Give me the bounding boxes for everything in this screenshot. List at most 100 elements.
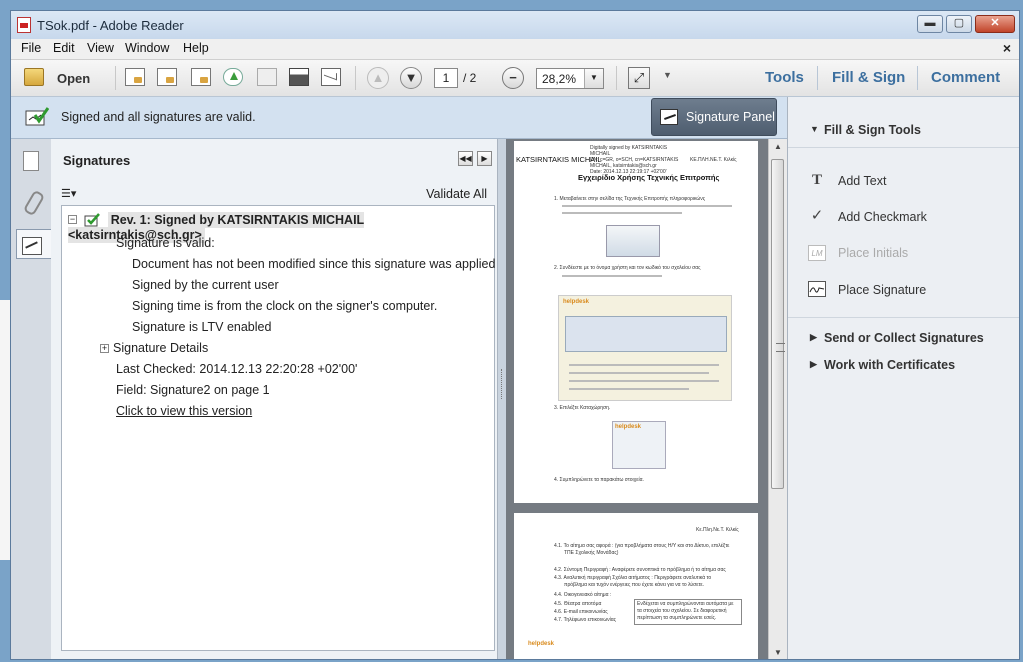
signature-pen-icon <box>660 109 678 125</box>
send-collect-signatures-header[interactable]: ▶ Send or Collect Signatures <box>810 331 984 345</box>
collapse-panel-icon[interactable]: ◀◀ <box>458 151 473 166</box>
text-line <box>562 205 732 207</box>
comment-pane-button[interactable]: Comment <box>931 69 1000 86</box>
note-line: Ενδέχεται να συμπληρώνονται αυτόματα με <box>637 601 734 607</box>
menu-file[interactable]: File <box>21 41 41 55</box>
page-thumbnails-button[interactable] <box>16 145 46 175</box>
upload-cloud-icon[interactable] <box>223 68 243 86</box>
org-name: Κε.Πλη.Νε.Τ. Κιλκίς <box>696 527 739 533</box>
add-text-tool[interactable]: Add Text <box>838 174 886 188</box>
previous-page-icon[interactable]: ▲ <box>367 67 389 89</box>
step-text: 1. Μεταβαίνετε στην σελίδα της Τεχνικής … <box>554 196 706 202</box>
signature-icon <box>808 281 826 297</box>
splitter-grip <box>501 369 504 399</box>
signature-details-row[interactable]: + Signature Details <box>100 341 208 355</box>
window-title: TSok.pdf - Adobe Reader <box>37 18 184 33</box>
valid-detail-item: Signed by the current user <box>132 278 279 292</box>
minimize-button[interactable]: ▬ <box>917 15 943 33</box>
scroll-down-icon[interactable]: ▼ <box>769 645 787 659</box>
text-line <box>569 364 719 366</box>
attachments-button[interactable] <box>16 187 46 217</box>
close-document-icon[interactable]: × <box>1003 40 1011 56</box>
signature-field-text: Field: Signature2 on page 1 <box>116 383 270 397</box>
tools-pane-button[interactable]: Tools <box>765 69 804 86</box>
menu-bar: File Edit View Window Help × <box>11 39 1019 60</box>
view-version-link[interactable]: Click to view this version <box>116 404 252 418</box>
divider <box>788 147 1019 148</box>
fit-page-icon[interactable]: ⤢ <box>628 67 650 89</box>
work-with-certificates-header[interactable]: ▶ Work with Certificates <box>810 358 955 372</box>
page2-line: 4.7. Τηλέφωνο επικοινωνίας <box>554 617 617 623</box>
validate-all-button[interactable]: Validate All <box>426 187 487 201</box>
maximize-button[interactable]: ▢ <box>946 15 972 33</box>
page-total: / 2 <box>463 71 477 85</box>
print-icon[interactable] <box>289 68 309 86</box>
thumb-grip <box>776 343 785 352</box>
panel-splitter[interactable] <box>498 139 506 659</box>
place-signature-tool[interactable]: Place Signature <box>838 283 926 297</box>
email-icon[interactable] <box>321 68 341 86</box>
title-bar: TSok.pdf - Adobe Reader ▬ ▢ ✕ <box>11 11 1019 39</box>
signature-options-menu-icon[interactable]: ☰▾ <box>61 187 83 201</box>
create-pdf-icon[interactable] <box>125 68 145 86</box>
chevron-down-icon[interactable]: ▼ <box>584 69 603 88</box>
next-page-icon[interactable]: ▼ <box>400 67 422 89</box>
close-window-button[interactable]: ✕ <box>975 15 1015 33</box>
signature-revision-row[interactable]: − Rev. 1: Signed by KATSIRNTAKIS MICHAIL… <box>68 211 494 243</box>
initials-icon: LM <box>808 245 826 261</box>
signature-message-bar: Signed and all signatures are valid. Sig… <box>11 97 787 139</box>
scroll-up-icon[interactable]: ▲ <box>769 139 787 155</box>
add-checkmark-tool[interactable]: Add Checkmark <box>838 210 927 224</box>
fill-sign-pane: ▼ Fill & Sign Tools T Add Text ✓ Add Chec… <box>787 97 1019 659</box>
edit-pdf-icon[interactable] <box>191 68 211 86</box>
page-number-input[interactable]: 1 <box>434 68 458 88</box>
document-view[interactable]: KATSIRNTAKIS MICHAIL Digitally signed by… <box>506 139 768 659</box>
fill-sign-tools-header[interactable]: ▼ Fill & Sign Tools <box>810 123 921 137</box>
export-pdf-icon[interactable] <box>157 68 177 86</box>
menu-edit[interactable]: Edit <box>53 41 75 55</box>
last-checked-text: Last Checked: 2014.12.13 22:20:28 +02'00… <box>116 362 358 376</box>
document-title: Εγχειρίδιο Χρήσης Τεχνικής Επιτροπής <box>578 173 720 182</box>
zoom-value: 28,2% <box>542 72 577 86</box>
login-form-image <box>565 316 727 352</box>
expand-toggle-icon[interactable]: + <box>100 344 109 354</box>
collapse-toggle-icon[interactable]: − <box>68 215 77 225</box>
signatures-nav-button[interactable] <box>16 229 52 259</box>
open-folder-icon[interactable] <box>24 68 44 86</box>
signature-valid-heading: Signature is valid: <box>116 236 215 250</box>
signatures-panel-header: Signatures ◀◀ ▶ <box>51 139 497 179</box>
menu-help[interactable]: Help <box>183 41 209 55</box>
toolbar-separator <box>917 66 918 90</box>
menu-window[interactable]: Window <box>125 41 169 55</box>
signature-icon <box>22 237 42 255</box>
place-initials-tool: Place Initials <box>838 246 909 260</box>
adobe-reader-window: TSok.pdf - Adobe Reader ▬ ▢ ✕ File Edit … <box>10 10 1020 660</box>
fill-sign-pane-button[interactable]: Fill & Sign <box>832 69 905 86</box>
signature-panel-button[interactable]: Signature Panel <box>651 98 777 136</box>
page2-line: πρόβλημα και τυχόν ενέργειες που έχετε κ… <box>564 582 705 588</box>
text-line <box>569 388 689 390</box>
text-line <box>569 380 719 382</box>
org-name: ΚΕ.ΠΛΗ.ΝΕ.Τ. Κιλκίς <box>690 157 737 163</box>
panel-options-arrow-icon[interactable]: ▶ <box>477 151 492 166</box>
zoom-out-icon[interactable]: − <box>502 67 524 89</box>
page2-line: ΤΠΕ Σχολικής Μονάδας) <box>564 550 619 556</box>
save-disk-icon[interactable] <box>257 68 277 86</box>
helpdesk-logo: helpdesk <box>615 424 642 430</box>
valid-detail-item: Document has not been modified since thi… <box>132 257 496 271</box>
document-scrollbar[interactable]: ▲ ▼ <box>768 139 787 659</box>
menu-view[interactable]: View <box>87 41 114 55</box>
zoom-select[interactable]: 28,2% ▼ <box>536 68 604 89</box>
scrollbar-thumb[interactable] <box>771 159 785 489</box>
helpdesk-logo: helpdesk <box>563 299 590 305</box>
collapsed-triangle-icon: ▶ <box>810 359 817 369</box>
main-toolbar: Open ▲ ▼ 1 / 2 − 28,2% ▼ ⤢ ▼ Tools Fill … <box>11 60 1019 97</box>
pages-icon <box>23 151 39 171</box>
divider <box>788 317 1019 318</box>
signatures-panel: Signatures ◀◀ ▶ ☰▾ Validate All − Rev. 1… <box>51 139 498 659</box>
note-line: τα στοιχεία του σχολείου. Σε διαφορετική <box>637 608 727 614</box>
paperclip-icon <box>22 189 46 217</box>
customize-toolbar-icon[interactable]: ▼ <box>663 70 672 80</box>
pdf-page-1: KATSIRNTAKIS MICHAIL Digitally signed by… <box>514 141 758 503</box>
open-button[interactable]: Open <box>57 71 90 86</box>
